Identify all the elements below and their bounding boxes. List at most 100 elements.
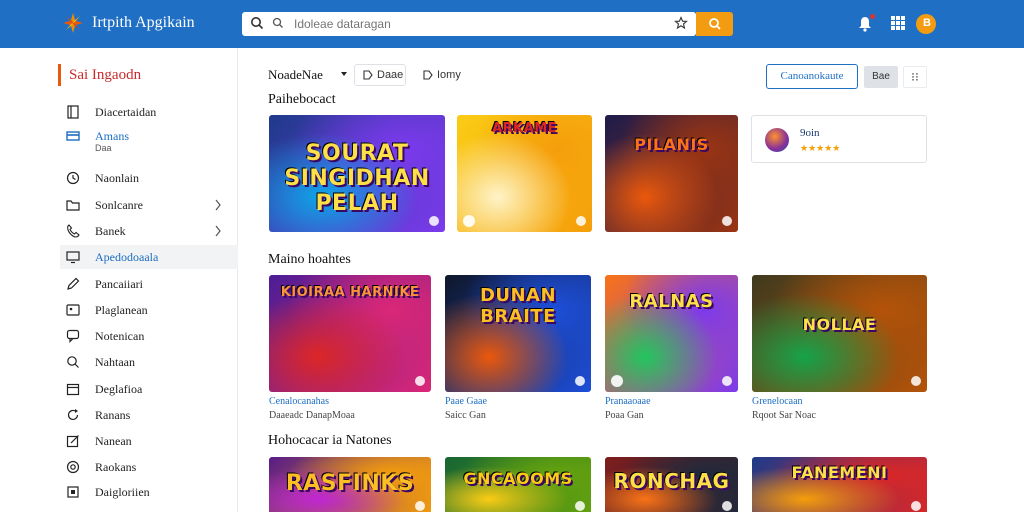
sidebar-item-label: Pancaiiari	[95, 277, 143, 291]
filter-chip-sort[interactable]: Iomy	[414, 64, 470, 86]
game-card[interactable]: SOURAT SINGIDHAN PELAH	[269, 115, 445, 232]
edit-icon	[66, 435, 79, 448]
section-title-featured: Paihebocact	[268, 92, 336, 107]
game-art-title: RASFINKS	[285, 471, 415, 496]
sidebar-item-label: Notenican	[95, 329, 145, 343]
sidebar-item-14[interactable]: Raokans	[60, 455, 238, 479]
card-corner-icon[interactable]	[415, 376, 425, 386]
sidebar-item-label: Sonlcanre	[95, 198, 143, 212]
sidebar-item-4[interactable]: Sonlcanre	[60, 193, 238, 217]
card-corner-icon[interactable]	[575, 501, 585, 511]
sidebar-item-label: Diacertaidan	[95, 105, 157, 119]
sidebar-item-label: Naonlain	[95, 171, 139, 185]
section-title-more: Hohocacar ia Natones	[268, 433, 392, 448]
sidebar-item-8[interactable]: Plaglanean	[60, 298, 238, 322]
user-avatar[interactable]: B	[916, 14, 936, 34]
sidebar-item-15[interactable]: Daigloriien	[60, 480, 238, 504]
more-options-button[interactable]: ⁝⁝	[903, 66, 927, 88]
calendar-icon	[66, 383, 80, 396]
sidebar-heading: Sai Ingaodn	[58, 64, 141, 86]
game-card[interactable]: DUNAN BRAITE	[445, 275, 591, 392]
sidebar-item-label: Apedodoaala	[95, 250, 159, 264]
sidebar-item-11[interactable]: Deglafioa	[60, 377, 238, 401]
sidebar-item-5[interactable]: Banek	[60, 219, 238, 243]
game-card[interactable]: RASFINKS	[269, 457, 431, 512]
phone-icon	[67, 224, 80, 238]
game-subtitle: Rqoot Sar Noac	[752, 410, 816, 421]
sidebar-item-10[interactable]: Nahtaan	[60, 350, 238, 374]
sidebar-item-2[interactable]: Amans	[60, 124, 238, 148]
search-icon	[251, 17, 264, 30]
game-art-title: ARKAME	[491, 121, 558, 136]
game-title[interactable]: Cenalocanahas	[269, 396, 329, 407]
game-subtitle: Daaeadc DanapMoaa	[269, 410, 355, 421]
sidebar-item-9[interactable]: Notenican	[60, 324, 238, 348]
sidebar-item-1[interactable]: Diacertaidan	[60, 100, 238, 124]
game-card[interactable]: NOLLAE	[752, 275, 927, 392]
game-art-title: GNCAOOMS	[463, 469, 573, 488]
sidebar-item-sublabel: Daa	[95, 143, 112, 153]
game-title[interactable]: Grenelocaan	[752, 396, 803, 407]
card-corner-icon[interactable]	[722, 216, 732, 226]
game-art-title: FANEMENI	[791, 463, 888, 482]
game-card[interactable]: FANEMENI	[752, 457, 927, 512]
game-card[interactable]: ARKAME	[457, 115, 592, 232]
game-subtitle: Poaa Gan	[605, 410, 644, 421]
sidebar-item-label: Nahtaan	[95, 355, 135, 369]
book-icon	[67, 105, 79, 119]
game-title[interactable]: Paae Gaae	[445, 396, 487, 407]
game-card[interactable]: RALNAS	[605, 275, 738, 392]
search-small-icon	[272, 17, 283, 28]
sidebar-item-3[interactable]: Naonlain	[60, 166, 238, 190]
game-card[interactable]: GNCAOOMS	[445, 457, 591, 512]
search-icon	[709, 18, 721, 30]
sidebar-item-label: Nanean	[95, 434, 132, 448]
player-name: 9oin	[800, 127, 820, 139]
card-corner-icon[interactable]	[722, 501, 732, 511]
game-title[interactable]: Pranaaoaae	[605, 396, 651, 407]
sort-dropdown-label[interactable]: NoadeNae	[268, 67, 323, 83]
game-card[interactable]: KIOIRAA HARNIKE	[269, 275, 431, 392]
game-art-title: RONCHAG	[613, 469, 730, 493]
player-card[interactable]: 9oin ★★★★★	[751, 115, 927, 163]
game-art-title: NOLLAE	[802, 315, 877, 334]
square-icon	[67, 486, 79, 498]
game-art-title: RALNAS	[629, 291, 714, 312]
filter-chip-date[interactable]: Daae	[354, 64, 406, 86]
image-icon	[66, 304, 80, 316]
sidebar-item-6[interactable]: Apedodoaala	[60, 245, 238, 269]
card-corner-icon[interactable]	[575, 376, 585, 386]
card-corner-icon[interactable]	[722, 376, 732, 386]
search-input[interactable]	[294, 14, 654, 34]
card-corner-icon[interactable]	[576, 216, 586, 226]
folder-icon	[66, 200, 80, 211]
primary-action-button[interactable]: Canoanokaute	[766, 64, 858, 89]
chevron-right-icon	[215, 225, 221, 237]
card-corner-icon[interactable]	[429, 216, 439, 226]
view-toggle-button[interactable]: Bae	[864, 66, 898, 88]
caret-down-icon[interactable]	[340, 71, 348, 77]
sidebar-item-label: Banek	[95, 224, 126, 238]
sidebar-item-label: Plaglanean	[95, 303, 148, 317]
sidebar-item-13[interactable]: Nanean	[60, 429, 238, 453]
clock-icon	[66, 171, 80, 185]
card-corner-icon[interactable]	[911, 501, 921, 511]
card-corner-icon[interactable]	[415, 501, 425, 511]
app-title: Irtpith Apgikain	[92, 14, 195, 31]
card-badge-icon	[463, 215, 475, 227]
star-icon[interactable]	[674, 16, 688, 30]
target-icon	[66, 460, 80, 474]
search-icon	[67, 356, 79, 368]
grid-apps-icon[interactable]	[890, 14, 906, 32]
search-button[interactable]	[696, 12, 733, 36]
game-subtitle: Saicc Gan	[445, 410, 486, 421]
game-card[interactable]: PILANIS	[605, 115, 738, 232]
sidebar-item-7[interactable]: Pancaiiari	[60, 272, 238, 296]
game-art-title: PILANIS	[634, 135, 709, 154]
game-card[interactable]: RONCHAG	[605, 457, 738, 512]
sidebar-item-12[interactable]: Ranans	[60, 403, 238, 427]
app-logo-icon[interactable]	[62, 12, 84, 34]
sidebar-item-label: Deglafioa	[95, 382, 143, 396]
sidebar-item-label: Daigloriien	[95, 485, 150, 499]
card-corner-icon[interactable]	[911, 376, 921, 386]
